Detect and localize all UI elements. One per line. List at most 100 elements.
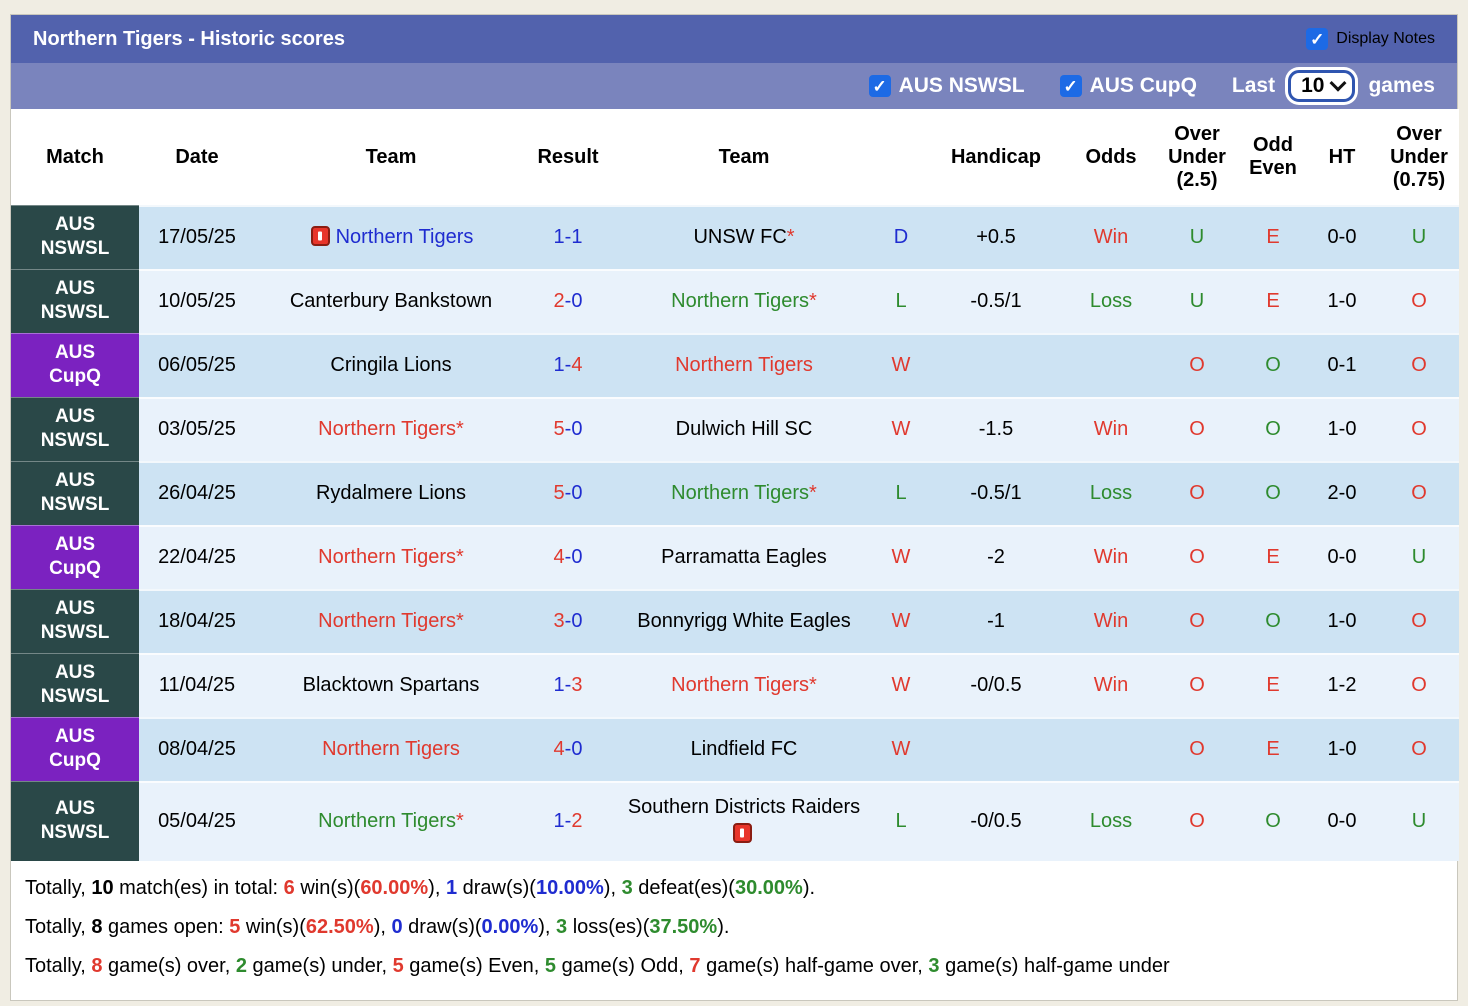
over-under-075-cell: O — [1379, 333, 1459, 397]
league-badge-line2: NSWSL — [13, 621, 137, 645]
team-name: UNSW FC — [693, 226, 786, 248]
over-under-25-cell: U — [1153, 205, 1241, 269]
ht-cell: 0-1 — [1305, 333, 1379, 397]
score-away: 1 — [571, 226, 582, 248]
games-count-select[interactable]: 10 — [1288, 70, 1355, 102]
summary-stat: 5 — [229, 916, 240, 938]
odds-cell: Loss — [1069, 781, 1153, 861]
ht-cell: 1-0 — [1305, 717, 1379, 781]
league-badge-line1: AUS — [13, 533, 137, 557]
league-badge-line1: AUS — [13, 277, 137, 301]
team-star: * — [456, 810, 464, 832]
display-notes-checkbox[interactable] — [1306, 28, 1328, 50]
league-badge-line2: NSWSL — [13, 237, 137, 261]
team-name: Blacktown Spartans — [303, 674, 480, 696]
summary-stat: 2 — [236, 955, 247, 977]
score-home: 1 — [554, 226, 565, 248]
result-cell: 1-4 — [527, 333, 609, 397]
column-header-ht: HT — [1305, 109, 1379, 205]
team2-cell: Parramatta Eagles — [609, 525, 879, 589]
aus-cupq-checkbox[interactable] — [1060, 75, 1082, 97]
league-badge-line2: CupQ — [13, 365, 137, 389]
match-badge: AUSNSWSL — [11, 205, 139, 269]
match-badge: AUSNSWSL — [11, 781, 139, 861]
over-under-075-value: O — [1411, 738, 1427, 760]
odds-result: Win — [1094, 674, 1128, 696]
odd-even-value: E — [1266, 226, 1279, 248]
column-header-handicap: Handicap — [923, 109, 1069, 205]
team-name: Bonnyrigg White Eagles — [637, 610, 850, 632]
games-label: games — [1368, 74, 1435, 98]
column-header-match: Match — [11, 109, 139, 205]
over-under-075-value: O — [1411, 290, 1427, 312]
over-under-25-value: O — [1189, 354, 1205, 376]
column-header-over-under-075: Over Under (0.75) — [1379, 109, 1459, 205]
ht-cell: 0-0 — [1305, 781, 1379, 861]
odds-result: Win — [1094, 226, 1128, 248]
league-badge-line2: NSWSL — [13, 493, 137, 517]
table-row: AUSNSWSL 26/04/25 Rydalmere Lions 5-0 No… — [11, 461, 1459, 525]
wdl-cell: D — [879, 205, 923, 269]
score-away: 4 — [571, 354, 582, 376]
wdl-cell: W — [879, 589, 923, 653]
wdl-letter: L — [895, 290, 906, 312]
odd-even-value: O — [1265, 810, 1281, 832]
table-row: AUSCupQ 22/04/25 Northern Tigers* 4-0 Pa… — [11, 525, 1459, 589]
handicap-cell: -0.5/1 — [923, 269, 1069, 333]
over-under-25-cell: O — [1153, 333, 1241, 397]
summary-stat: 5 — [545, 955, 556, 977]
score-away: 2 — [571, 810, 582, 832]
over-under-25-cell: O — [1153, 717, 1241, 781]
odd-even-cell: E — [1241, 205, 1305, 269]
table-row: AUSNSWSL 11/04/25 Blacktown Spartans 1-3… — [11, 653, 1459, 717]
column-header-wdl — [879, 109, 923, 205]
league-badge-line2: CupQ — [13, 749, 137, 773]
league-badge-line1: AUS — [13, 469, 137, 493]
team1-cell: Blacktown Spartans — [255, 653, 527, 717]
red-book-icon — [733, 823, 752, 843]
over-under-075-cell: U — [1379, 781, 1459, 861]
summary-stat: 1 — [446, 877, 457, 899]
odd-even-value: E — [1266, 738, 1279, 760]
summary-stat: 3 — [556, 916, 567, 938]
odds-result: Win — [1094, 610, 1128, 632]
aus-cupq-label: AUS CupQ — [1090, 74, 1197, 98]
match-badge: AUSNSWSL — [11, 653, 139, 717]
odds-cell: Loss — [1069, 461, 1153, 525]
over-under-075-cell: O — [1379, 269, 1459, 333]
over-under-075-value: U — [1412, 810, 1426, 832]
odd-even-value: O — [1265, 482, 1281, 504]
aus-nswsl-checkbox[interactable] — [869, 75, 891, 97]
team-star: * — [456, 546, 464, 568]
result-cell: 4-0 — [527, 717, 609, 781]
over-under-075-cell: O — [1379, 397, 1459, 461]
over-under-075-cell: O — [1379, 653, 1459, 717]
wdl-cell: L — [879, 269, 923, 333]
league-badge-line1: AUS — [13, 725, 137, 749]
date-cell: 22/04/25 — [139, 525, 255, 589]
over-under-25-cell: O — [1153, 781, 1241, 861]
handicap-cell: -0.5/1 — [923, 461, 1069, 525]
odd-even-cell: O — [1241, 461, 1305, 525]
summary-stat: 8 — [91, 916, 102, 938]
odd-even-cell: O — [1241, 333, 1305, 397]
summary-stat: 60.00% — [360, 877, 428, 899]
team1-cell: Northern Tigers* — [255, 781, 527, 861]
league-badge-line1: AUS — [13, 597, 137, 621]
team-name: Northern Tigers — [318, 810, 456, 832]
score-home: 1 — [554, 354, 565, 376]
over-under-25-value: O — [1189, 610, 1205, 632]
date-cell: 08/04/25 — [139, 717, 255, 781]
summary-stat: 7 — [689, 955, 700, 977]
ht-cell: 0-0 — [1305, 205, 1379, 269]
over-under-075-cell: O — [1379, 461, 1459, 525]
team1-cell: Canterbury Bankstown — [255, 269, 527, 333]
summary-stat: 3 — [928, 955, 939, 977]
match-badge: AUSNSWSL — [11, 461, 139, 525]
wdl-cell: L — [879, 461, 923, 525]
table-row: AUSNSWSL 17/05/25 Northern Tigers 1-1 UN… — [11, 205, 1459, 269]
wdl-cell: L — [879, 781, 923, 861]
league-badge-line2: NSWSL — [13, 821, 137, 845]
summary-line: Totally, 8 games open: 5 win(s)(62.50%),… — [25, 908, 1443, 947]
summary: Totally, 10 match(es) in total: 6 win(s)… — [11, 861, 1457, 1000]
